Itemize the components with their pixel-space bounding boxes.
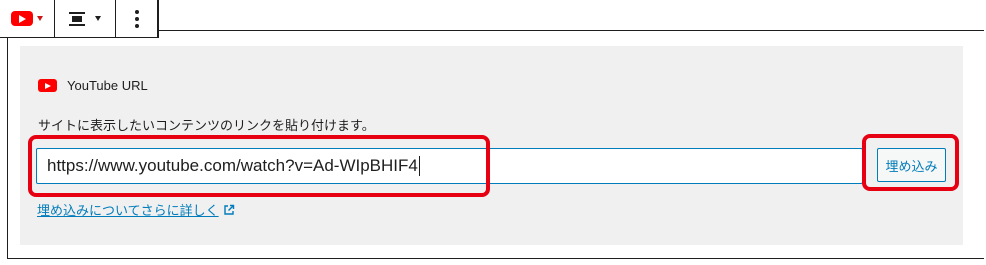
button-highlight-annotation [862, 134, 959, 191]
chevron-down-icon [37, 16, 43, 21]
block-type-switcher[interactable] [0, 0, 55, 37]
editor-canvas: YouTube URL サイトに表示したいコンテンツのリンクを貼り付けます。 h… [0, 0, 986, 265]
learn-more-link[interactable]: 埋め込みについてさらに詳しく [37, 200, 235, 219]
placeholder-label-text: YouTube URL [67, 78, 148, 93]
youtube-icon [38, 79, 57, 92]
block-toolbar [0, 0, 159, 38]
align-dropdown[interactable] [55, 0, 116, 37]
youtube-icon [11, 11, 33, 26]
more-vertical-icon [134, 9, 139, 28]
align-center-icon [69, 11, 85, 26]
placeholder-label: YouTube URL [38, 78, 148, 93]
external-link-icon [223, 204, 234, 215]
placeholder-instructions: サイトに表示したいコンテンツのリンクを貼り付けます。 [38, 118, 375, 133]
learn-more-text: 埋め込みについてさらに詳しく [37, 203, 219, 218]
more-options-button[interactable] [116, 0, 158, 37]
chevron-down-icon [95, 16, 101, 21]
input-highlight-annotation [28, 135, 490, 197]
